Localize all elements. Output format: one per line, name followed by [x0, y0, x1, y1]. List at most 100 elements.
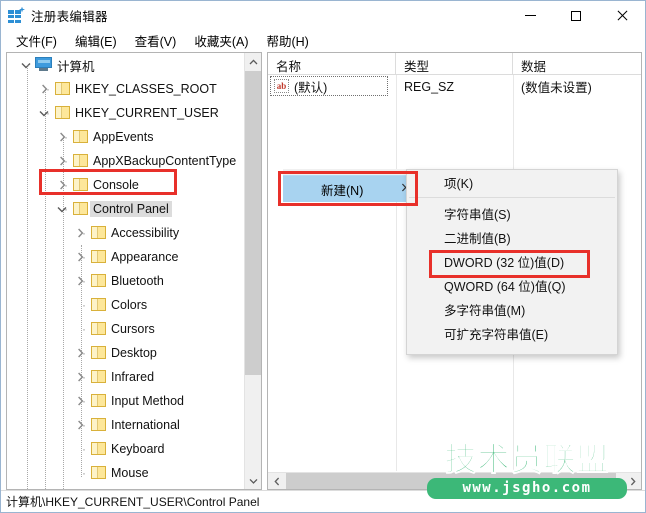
tree-connector: ·: [26, 58, 30, 72]
tree-item-accessibility[interactable]: · Accessibility: [7, 221, 245, 245]
tree-item-appearance[interactable]: · Appearance: [7, 245, 245, 269]
menu-bar: 文件(F) 编辑(E) 查看(V) 收藏夹(A) 帮助(H): [1, 30, 645, 51]
chevron-left-icon[interactable]: [268, 473, 285, 489]
tree-item-personalization[interactable]: ·Personalization: [7, 485, 245, 489]
tree-item-cursors[interactable]: · Cursors: [7, 317, 245, 341]
tree-item-bluetooth[interactable]: · Bluetooth: [7, 269, 245, 293]
tree-connector: ·: [82, 394, 86, 408]
column-header-name[interactable]: 名称: [268, 53, 396, 75]
menu-help[interactable]: 帮助(H): [257, 30, 317, 52]
tree-connector: ·: [82, 466, 86, 480]
submenu-item-1[interactable]: 字符串值(S): [407, 201, 617, 225]
registry-editor-window: 注册表编辑器 文件(F) 编辑(E) 查看(V) 收藏夹(A) 帮助(H) · 计…: [0, 0, 646, 513]
menu-file[interactable]: 文件(F): [7, 30, 66, 52]
window-controls: [507, 1, 645, 30]
tree-item-label: Console: [93, 178, 139, 192]
chevron-right-icon[interactable]: [624, 473, 641, 489]
tree-item-international[interactable]: · International: [7, 413, 245, 437]
tree-connector: ·: [82, 226, 86, 240]
chevron-up-icon[interactable]: [245, 53, 261, 70]
menu-edit[interactable]: 编辑(E): [66, 30, 126, 52]
title-bar: 注册表编辑器: [1, 1, 645, 30]
tree-item-label: Keyboard: [111, 442, 165, 456]
tree-vertical-scrollbar[interactable]: [244, 53, 261, 489]
maximize-button[interactable]: [553, 1, 599, 30]
submenu-item-label: 二进制值(B): [444, 231, 511, 246]
submenu-item-label: DWORD (32 位)值(D): [444, 255, 565, 270]
submenu-item-label: 可扩充字符串值(E): [444, 327, 549, 342]
value-data: (数值未设置): [521, 81, 592, 95]
tree-item-infrared[interactable]: · Infrared: [7, 365, 245, 389]
tree-connector: ·: [82, 322, 86, 336]
tree-connector: ·: [82, 346, 86, 360]
new-menu-item[interactable]: 新建(N): [283, 175, 413, 202]
menu-favorites[interactable]: 收藏夹(A): [185, 30, 257, 52]
tree-item-colors[interactable]: · Colors: [7, 293, 245, 317]
ab-string-icon: ab: [274, 79, 289, 93]
submenu-item-3[interactable]: DWORD (32 位)值(D): [407, 249, 617, 273]
tree-item-appevents[interactable]: · AppEvents: [7, 125, 245, 149]
tree-item-label: Accessibility: [111, 226, 180, 240]
tree-item-label: Bluetooth: [111, 274, 164, 288]
submenu-item-6[interactable]: 可扩充字符串值(E): [407, 321, 617, 345]
submenu-item-4[interactable]: QWORD (64 位)值(Q): [407, 273, 617, 297]
minimize-button[interactable]: [507, 1, 553, 30]
submenu-item-5[interactable]: 多字符串值(M): [407, 297, 617, 321]
tree-item-label: International: [111, 418, 180, 432]
value-name: (默认): [294, 81, 328, 95]
chevron-down-icon[interactable]: [245, 472, 261, 489]
tree-item-appxbackupcontenttype[interactable]: · AppXBackupContentType: [7, 149, 245, 173]
tree-item-control-panel[interactable]: · Control Panel: [7, 197, 245, 221]
tree-item-desktop[interactable]: · Desktop: [7, 341, 245, 365]
tree-item-label: Desktop: [111, 346, 157, 360]
tree-connector: ·: [82, 250, 86, 264]
tree-connector: ·: [82, 274, 86, 288]
tree-scroll-thumb[interactable]: [245, 71, 261, 375]
registry-editor-icon: [8, 6, 25, 24]
submenu-item-label: 字符串值(S): [444, 207, 511, 222]
tree-item-hkey-classes-root[interactable]: · HKEY_CLASSES_ROOT: [7, 77, 245, 101]
tree-connector: ·: [46, 82, 50, 96]
value-type: REG_SZ: [404, 79, 455, 94]
tree-item-label: Colors: [111, 298, 148, 312]
tree-connector: ·: [64, 178, 68, 192]
tree-item-console[interactable]: · Console: [7, 173, 245, 197]
table-row[interactable]: ab (默认) REG_SZ (数值未设置): [268, 76, 641, 97]
submenu-item-2[interactable]: 二进制值(B): [407, 225, 617, 249]
tree-item-label: AppXBackupContentType: [93, 154, 237, 168]
tree-connector: ·: [64, 202, 68, 216]
list-scroll-thumb[interactable]: [286, 473, 616, 489]
menu-view[interactable]: 查看(V): [126, 30, 186, 52]
submenu-separator: [409, 197, 615, 198]
tree-item-keyboard[interactable]: · Keyboard: [7, 437, 245, 461]
tree-item-hkey-current-user[interactable]: · HKEY_CURRENT_USER: [7, 101, 245, 125]
registry-tree-pane: · 计算机 · HKEY_CLASSES_ROOT · HKEY_CURRENT_USER…: [6, 52, 262, 490]
tree-item-mouse[interactable]: · Mouse: [7, 461, 245, 485]
column-header-type[interactable]: 类型: [396, 53, 513, 75]
tree-connector: ·: [46, 106, 50, 120]
tree-item-label: 计算机: [57, 59, 95, 74]
tree-item-label: HKEY_CLASSES_ROOT: [75, 82, 217, 96]
window-title: 注册表编辑器: [31, 10, 108, 24]
new-submenu: 项(K) 字符串值(S) 二进制值(B) DWORD (32 位)值(D) QWORD …: [406, 169, 618, 355]
list-horizontal-scrollbar[interactable]: [268, 472, 641, 489]
submenu-item-label: QWORD (64 位)值(Q): [444, 279, 566, 294]
tree-item-[interactable]: · 计算机: [7, 53, 245, 77]
status-path: 计算机\HKEY_CURRENT_USER\Control Panel: [6, 495, 260, 509]
tree-connector: ·: [64, 130, 68, 144]
tree-item-label: Cursors: [111, 322, 155, 336]
tree-connector: ·: [64, 154, 68, 168]
tree-item-input-method[interactable]: · Input Method: [7, 389, 245, 413]
tree-connector: ·: [82, 298, 86, 312]
submenu-item-0[interactable]: 项(K): [407, 170, 617, 194]
tree-connector: ·: [82, 418, 86, 432]
tree-connector: ·: [82, 442, 86, 456]
submenu-item-label: 项(K): [444, 176, 474, 191]
status-bar: 计算机\HKEY_CURRENT_USER\Control Panel: [1, 490, 645, 512]
tree-connector: ·: [82, 370, 86, 384]
values-header-row: 名称 类型 数据: [268, 53, 641, 75]
registry-tree[interactable]: · 计算机 · HKEY_CLASSES_ROOT · HKEY_CURRENT_USER…: [7, 53, 245, 489]
column-header-data[interactable]: 数据: [513, 53, 641, 75]
tree-item-label: Appearance: [111, 250, 179, 264]
close-button[interactable]: [599, 1, 645, 30]
